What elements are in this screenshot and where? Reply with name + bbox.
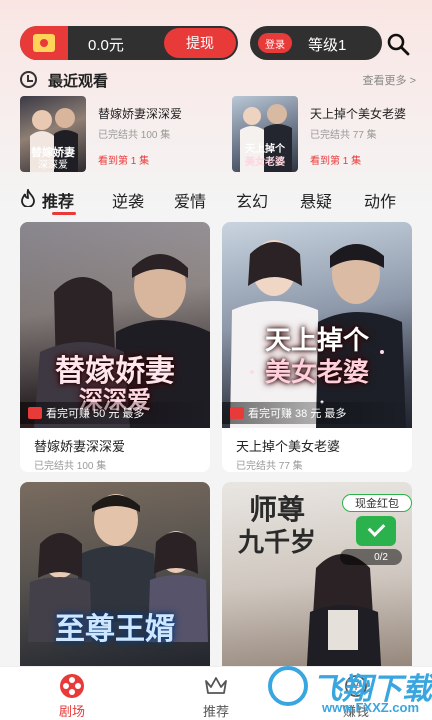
category-tabs: 推荐 逆袭 爱情 玄幻 悬疑 动作: [20, 186, 420, 215]
drama-title: 天上掉个美女老婆: [236, 439, 341, 454]
recent-item-title: 天上掉个美女老婆: [310, 107, 407, 121]
svg-text:深深爱: 深深爱: [38, 158, 68, 171]
nav-label: 剧场: [58, 704, 85, 719]
search-icon[interactable]: [386, 32, 410, 56]
pager-indicator: 0/2: [340, 549, 402, 565]
cash-red-envelope-widget[interactable]: 现金红包: [342, 494, 412, 556]
recent-item[interactable]: 替嫁娇妻 深深爱 替嫁娇妻深深爱 已完结共 100 集 看到第 1 集: [20, 96, 212, 172]
svg-text:美女老婆: 美女老婆: [245, 155, 285, 168]
recent-item-progress: 看到第 1 集: [310, 156, 362, 167]
wallet-amount: 0.0元: [88, 37, 124, 54]
earn-text: 看完可赚 38 元 最多: [248, 408, 347, 420]
see-more-link[interactable]: 查看更多 >: [363, 72, 416, 88]
recent-item-progress: 看到第 1 集: [98, 156, 150, 167]
login-button[interactable]: 登录: [258, 33, 292, 53]
recent-title: 最近观看: [48, 73, 109, 90]
svg-text:天上掉个: 天上掉个: [245, 142, 286, 155]
svg-text:替嫁娇妻: 替嫁娇妻: [31, 145, 75, 159]
recent-cover-image: 替嫁娇妻 深深爱: [20, 96, 86, 172]
drama-cover-image: 天上掉个 美女老婆: [222, 222, 412, 428]
site-watermark: 飞翔下载 www.FXXZ.com: [262, 660, 432, 720]
wallet-pill[interactable]: 0.0元 提现: [20, 26, 238, 60]
tab-comeback[interactable]: 逆袭: [112, 188, 144, 212]
recent-item[interactable]: 天上掉个 美女老婆 天上掉个美女老婆 已完结共 77 集 看到第 1 集: [232, 96, 424, 172]
cash-icon: [230, 407, 244, 419]
drama-status: 已完结共 100 集: [34, 461, 107, 472]
recent-header: 最近观看 查看更多 >: [20, 70, 416, 90]
cover-title-line2: 美女老婆: [264, 358, 369, 388]
film-reel-icon: [60, 674, 84, 698]
wechat-check-icon: [356, 516, 396, 546]
drama-status: 已完结共 77 集: [236, 461, 303, 472]
nav-label: 推荐: [202, 704, 229, 719]
cash-red-envelope-label: 现金红包: [342, 494, 412, 512]
recent-item-status: 已完结共 100 集: [98, 130, 171, 141]
watermark-url: www.FXXZ.com: [322, 700, 420, 715]
clock-icon: [20, 71, 37, 88]
recent-cover-image: 天上掉个 美女老婆: [232, 96, 298, 172]
crown-icon: [205, 677, 227, 694]
drama-title: 替嫁娇妻深深爱: [34, 439, 126, 454]
cash-icon: [28, 407, 42, 419]
nav-theater[interactable]: 剧场: [32, 673, 112, 720]
earn-text: 看完可赚 50 元 最多: [46, 408, 145, 420]
nav-recommend[interactable]: 推荐: [176, 673, 256, 720]
watermark-logo-icon: [268, 666, 308, 706]
flame-icon: [21, 189, 35, 207]
drama-card[interactable]: 替嫁娇妻 深深爱 看完可赚 50 元 最多 替嫁娇妻深深爱 已完结共 100 集: [20, 222, 210, 472]
earn-banner: 看完可赚 50 元 最多: [20, 402, 210, 424]
tab-romance[interactable]: 爱情: [174, 188, 206, 212]
recent-item-title: 替嫁娇妻深深爱: [98, 107, 183, 121]
level-label: 等级1: [308, 37, 347, 54]
drama-cover-image: 替嫁娇妻 深深爱: [20, 222, 210, 428]
drama-cover-image: 至尊王婿: [20, 482, 210, 682]
withdraw-button[interactable]: 提现: [164, 28, 236, 58]
red-envelope-icon: [20, 26, 68, 60]
earn-banner: 看完可赚 38 元 最多: [222, 402, 412, 424]
cover-title-line1: 至尊王婿: [55, 612, 175, 647]
drama-card[interactable]: 天上掉个 美女老婆 看完可赚 38 元 最多 天上掉个美女老婆 已完结共 77 …: [222, 222, 412, 472]
level-pill[interactable]: 登录 等级1: [250, 26, 382, 60]
recent-item-status: 已完结共 77 集: [310, 130, 377, 141]
tab-recommend[interactable]: 推荐: [42, 188, 74, 212]
tab-suspense[interactable]: 悬疑: [300, 188, 332, 212]
tab-fantasy[interactable]: 玄幻: [236, 188, 268, 212]
tab-action[interactable]: 动作: [364, 188, 396, 212]
drama-card[interactable]: 至尊王婿: [20, 482, 210, 682]
active-tab-indicator: [52, 212, 76, 215]
